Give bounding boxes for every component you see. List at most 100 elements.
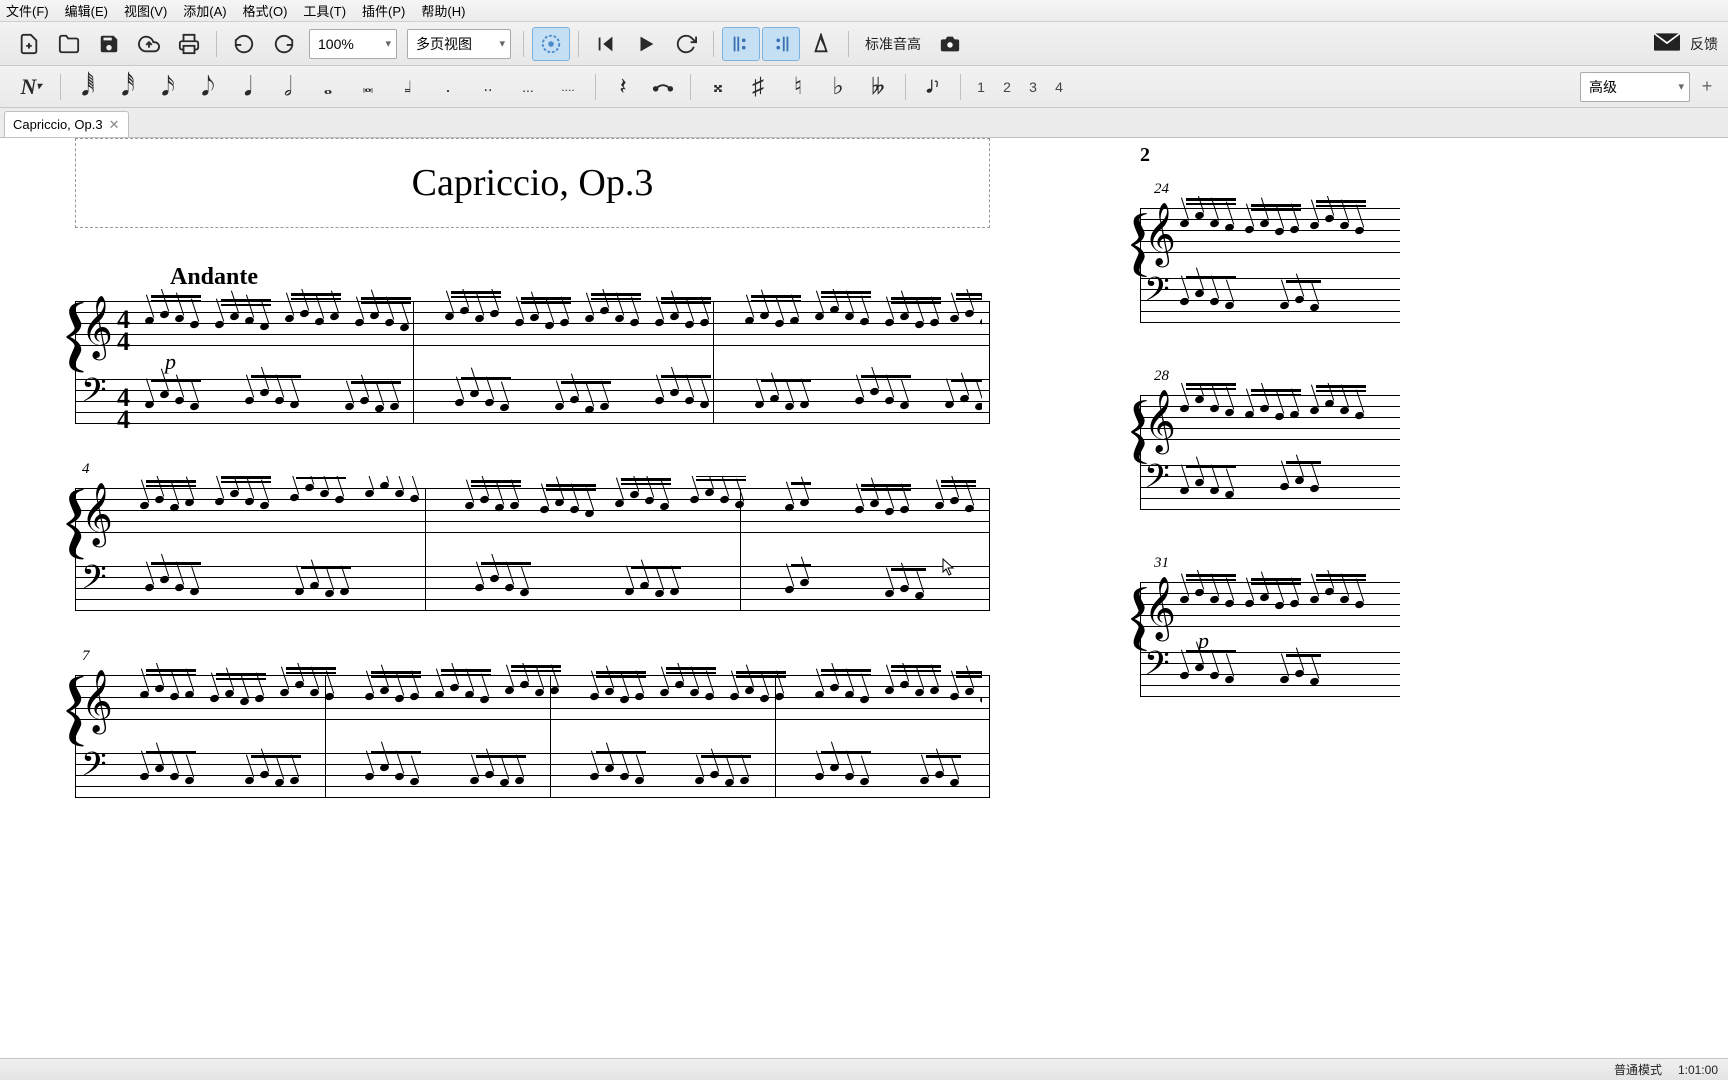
bass-notes[interactable] [135,741,982,809]
open-file-button[interactable] [50,27,88,61]
brace-icon: 𝄔 [1128,208,1140,288]
system-3: 𝄔 𝄞 [75,675,990,805]
bass-notes[interactable] [1180,266,1392,334]
voice-1-button[interactable]: 1 [969,74,993,100]
cloud-upload-button[interactable] [130,27,168,61]
duration-breve-button[interactable]: 𝅜 [349,70,387,104]
system-p2-3: 𝄔 𝄞 p 𝄢 [1140,582,1400,702]
color-note-button[interactable] [532,27,570,61]
voice-4-button[interactable]: 4 [1047,74,1071,100]
menu-plugins[interactable]: 插件(P) [362,1,405,20]
bass-staff[interactable]: 𝄢 [75,566,990,610]
loop-button[interactable] [667,27,705,61]
redo-button[interactable] [265,27,303,61]
treble-notes[interactable] [135,663,982,731]
bass-staff[interactable]: 𝄢 [75,753,990,797]
bass-notes[interactable] [135,367,982,435]
screenshot-button[interactable] [931,27,969,61]
score-workspace[interactable]: Capriccio, Op.3 Andante 𝄔 𝄞 4 4 [0,138,1728,1058]
voice-3-button[interactable]: 3 [1021,74,1045,100]
voice-2-button[interactable]: 2 [995,74,1019,100]
menu-edit[interactable]: 编辑(E) [65,1,108,20]
dot-4-button[interactable]: .... [549,70,587,104]
menu-file[interactable]: 文件(F) [6,1,49,20]
add-workspace-button[interactable]: + [1696,76,1718,97]
bass-staff[interactable]: 𝄢 4 4 [75,379,990,423]
tie-button[interactable] [644,70,682,104]
feedback-mail-icon[interactable] [1654,33,1680,54]
treble-notes[interactable] [135,476,982,544]
duration-64th-button[interactable]: 𝅘𝅥𝅱 [69,70,107,104]
treble-staff[interactable]: 𝄞 [1140,582,1400,626]
treble-notes[interactable] [1180,196,1392,264]
rewind-button[interactable] [587,27,625,61]
view-mode-combo[interactable]: 多页视图 [407,29,511,59]
dot-1-button[interactable]: . [429,70,467,104]
dot-3-button[interactable]: ... [509,70,547,104]
duration-16th-button[interactable]: 𝅘𝅥𝅯 [149,70,187,104]
score-title[interactable]: Capriccio, Op.3 [412,161,654,205]
score-page-2: 2 24 𝄔 𝄞 𝄢 [1080,138,1728,1058]
rest-button[interactable]: 𝄽 [604,70,642,104]
bass-notes[interactable] [135,554,982,622]
duration-half-button[interactable]: 𝅗𝅥 [269,70,307,104]
menu-add[interactable]: 添加(A) [183,1,226,20]
sharp-button[interactable]: ♯ [739,70,777,104]
flat-button[interactable]: ♭ [819,70,857,104]
flip-stem-button[interactable] [914,70,952,104]
menu-tools[interactable]: 工具(T) [303,1,346,20]
metronome-button[interactable] [802,27,840,61]
tab-close-icon[interactable]: ✕ [109,117,120,133]
status-mode: 普通模式 [1614,1061,1662,1078]
new-file-button[interactable] [10,27,48,61]
system-p2-1: 𝄔 𝄞 𝄢 [1140,208,1400,328]
print-button[interactable] [170,27,208,61]
loop-out-button[interactable] [762,27,800,61]
menu-view[interactable]: 视图(V) [124,1,167,20]
duration-whole-button[interactable]: 𝅝 [309,70,347,104]
workspace-combo[interactable]: 高级 [1580,72,1690,102]
treble-notes[interactable] [1180,570,1392,638]
feedback-label[interactable]: 反馈 [1690,34,1718,54]
treble-notes[interactable] [135,289,982,357]
duration-8th-button[interactable]: 𝅘𝅥𝅮 [189,70,227,104]
duration-quarter-button[interactable]: 𝅘𝅥 [229,70,267,104]
pitch-label[interactable]: 标准音高 [865,34,921,54]
cursor-icon [942,558,956,576]
save-button[interactable] [90,27,128,61]
dot-2-button[interactable]: .. [469,70,507,104]
brace-icon: 𝄔 [63,488,75,568]
treble-staff[interactable]: 𝄞 [75,488,990,532]
system-1: 𝄔 𝄞 4 4 [75,301,990,431]
document-tabs: Capriccio, Op.3 ✕ [0,108,1728,138]
status-bar: 普通模式 1:01:00 [0,1058,1728,1080]
time-sig-bot: 4 [117,327,130,357]
play-button[interactable] [627,27,665,61]
duration-32nd-button[interactable]: 𝅘𝅥𝅰 [109,70,147,104]
tab-capriccio[interactable]: Capriccio, Op.3 ✕ [4,111,129,137]
treble-staff[interactable]: 𝄞 [1140,395,1400,439]
bass-staff[interactable]: 𝄢 [1140,652,1400,696]
loop-in-button[interactable] [722,27,760,61]
note-input-mode-button[interactable]: N▾ [10,70,52,104]
menu-help[interactable]: 帮助(H) [421,1,465,20]
bass-staff[interactable]: 𝄢 [1140,465,1400,509]
tempo-marking[interactable]: Andante [170,264,1080,291]
bass-staff[interactable]: 𝄢 [1140,278,1400,322]
zoom-value: 100% [318,36,354,52]
treble-staff[interactable]: 𝄞 [1140,208,1400,252]
undo-button[interactable] [225,27,263,61]
treble-staff[interactable]: 𝄞 4 4 [75,301,990,345]
natural-button[interactable]: ♮ [779,70,817,104]
double-flat-button[interactable]: 𝄫 [859,70,897,104]
menu-format[interactable]: 格式(O) [243,1,288,20]
zoom-combo[interactable]: 100% [309,29,397,59]
title-frame[interactable]: Capriccio, Op.3 [75,138,990,228]
bass-notes[interactable] [1180,453,1392,521]
double-sharp-button[interactable]: 𝄪 [699,70,737,104]
duration-longa-button[interactable]: 𝆷 [389,70,427,104]
treble-staff[interactable]: 𝄞 [75,675,990,719]
bass-notes[interactable] [1180,640,1392,708]
treble-notes[interactable] [1180,383,1392,451]
note-toolbar: N▾ 𝅘𝅥𝅱 𝅘𝅥𝅰 𝅘𝅥𝅯 𝅘𝅥𝅮 𝅘𝅥 𝅗𝅥 𝅝 𝅜 𝆷 . .. ... … [0,66,1728,108]
